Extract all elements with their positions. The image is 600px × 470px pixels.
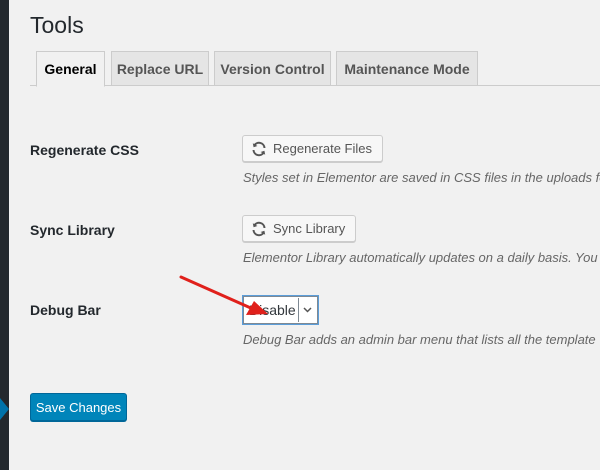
regenerate-files-label: Regenerate Files <box>273 141 372 156</box>
debug-bar-select[interactable]: Disable <box>243 296 318 324</box>
tab-bar: General Replace URL Version Control Main… <box>30 51 600 87</box>
page-title: Tools <box>30 12 84 38</box>
sync-library-label: Sync Library <box>30 222 115 238</box>
debug-bar-label: Debug Bar <box>30 302 101 318</box>
debug-bar-description: Debug Bar adds an admin bar menu that li… <box>243 332 596 347</box>
regenerate-css-description: Styles set in Elementor are saved in CSS… <box>243 170 600 185</box>
sync-library-description: Elementor Library automatically updates … <box>243 250 598 265</box>
tab-general[interactable]: General <box>36 51 105 87</box>
tab-maintenance-mode[interactable]: Maintenance Mode <box>336 51 478 86</box>
sync-library-button-label: Sync Library <box>273 221 346 236</box>
debug-bar-select-value: Disable <box>249 302 296 318</box>
regenerate-css-label: Regenerate CSS <box>30 142 139 158</box>
chevron-down-icon[interactable] <box>298 298 316 322</box>
sync-icon <box>251 141 267 157</box>
tab-replace-url[interactable]: Replace URL <box>111 51 209 86</box>
regenerate-files-button[interactable]: Regenerate Files <box>242 135 383 162</box>
sync-icon <box>251 221 267 237</box>
tab-version-control[interactable]: Version Control <box>214 51 331 86</box>
sidebar-active-indicator <box>0 398 9 420</box>
sidebar-current-notch <box>9 401 17 417</box>
save-changes-button[interactable]: Save Changes <box>30 393 127 421</box>
sync-library-button[interactable]: Sync Library <box>242 215 357 242</box>
